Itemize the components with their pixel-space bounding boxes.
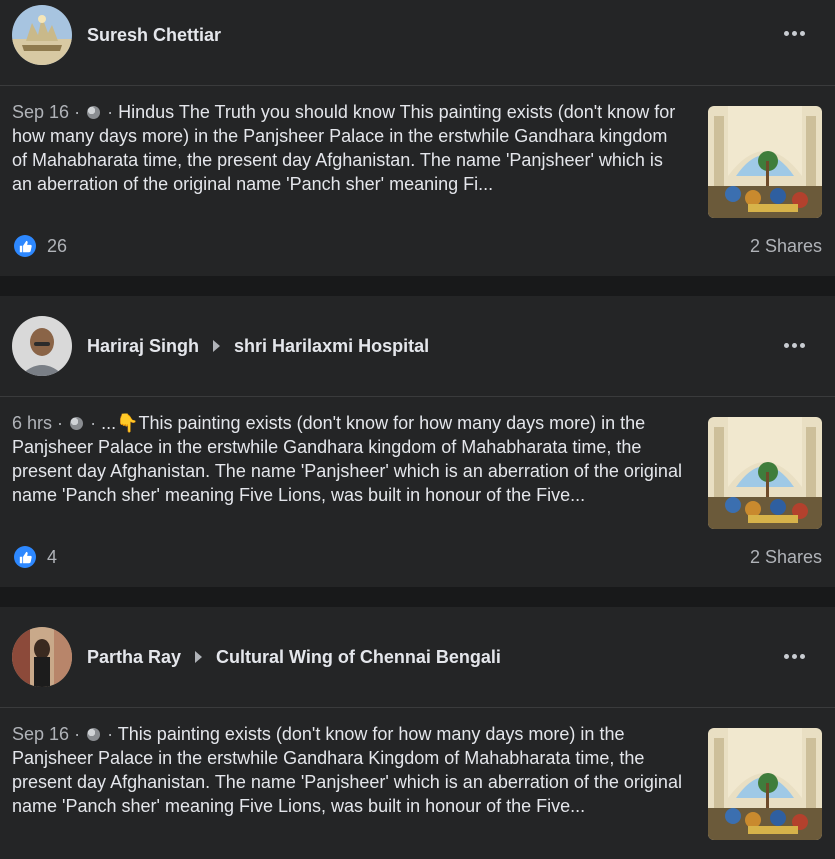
globe-icon [87,728,101,741]
post-text: Sep 16 · · Hindus The Truth you should k… [12,100,684,196]
timestamp[interactable]: Sep 16 [12,102,69,122]
more-options-icon[interactable] [781,643,807,669]
post-header: Partha Ray Cultural Wing of Chennai Beng… [0,607,835,708]
meta-separator: · [74,102,81,122]
group-name[interactable]: Cultural Wing of Chennai Bengali [216,647,501,668]
post-header: Hariraj Singh shri Harilaxmi Hospital [0,296,835,397]
thumbnail-painting[interactable] [708,728,822,840]
like-icon[interactable] [14,235,36,257]
post-1: Suresh Chettiar Sep 16 · · Hindus The Tr… [0,0,835,276]
timestamp[interactable]: Sep 16 [12,724,69,744]
author-name[interactable]: Partha Ray [87,647,181,668]
like-count[interactable]: 4 [47,547,57,568]
shares-count[interactable]: 2 Shares [750,236,822,257]
like-count[interactable]: 26 [47,236,67,257]
avatar[interactable] [12,627,72,687]
thumbnail-painting[interactable] [708,106,822,218]
post-header: Suresh Chettiar [0,0,835,86]
meta-separator: · [57,413,64,433]
globe-icon [70,417,84,430]
post-2: Hariraj Singh shri Harilaxmi Hospital 6 … [0,296,835,587]
shares-count[interactable]: 2 Shares [750,547,822,568]
header-names: Hariraj Singh shri Harilaxmi Hospital [87,333,429,359]
thumbnail-painting[interactable] [708,417,822,529]
more-options-icon[interactable] [781,20,807,46]
meta-separator: · [74,724,81,744]
post-text: Sep 16 · · This painting exists (don't k… [12,722,684,818]
post-footer: 26 2 Shares [0,230,835,266]
avatar[interactable] [12,5,72,65]
post-text: 6 hrs · · ...👇This painting exists (don'… [12,411,684,507]
like-icon[interactable] [14,546,36,568]
post-content: ...👇This painting exists (don't know for… [12,413,682,505]
post-content: This painting exists (don't know for how… [12,724,682,816]
timestamp[interactable]: 6 hrs [12,413,52,433]
more-options-icon[interactable] [781,332,807,358]
avatar[interactable] [12,316,72,376]
author-name[interactable]: Suresh Chettiar [87,25,221,46]
meta-separator: · [90,413,97,433]
post-3: Partha Ray Cultural Wing of Chennai Beng… [0,607,835,859]
header-names: Partha Ray Cultural Wing of Chennai Beng… [87,644,501,670]
arrow-right-icon [213,340,221,352]
meta-separator: · [107,102,114,122]
meta-separator: · [107,724,114,744]
group-name[interactable]: shri Harilaxmi Hospital [234,336,429,357]
arrow-right-icon [195,651,203,663]
post-footer: 4 2 Shares [0,541,835,577]
author-name[interactable]: Hariraj Singh [87,336,199,357]
header-names: Suresh Chettiar [87,22,221,48]
globe-icon [87,106,101,119]
